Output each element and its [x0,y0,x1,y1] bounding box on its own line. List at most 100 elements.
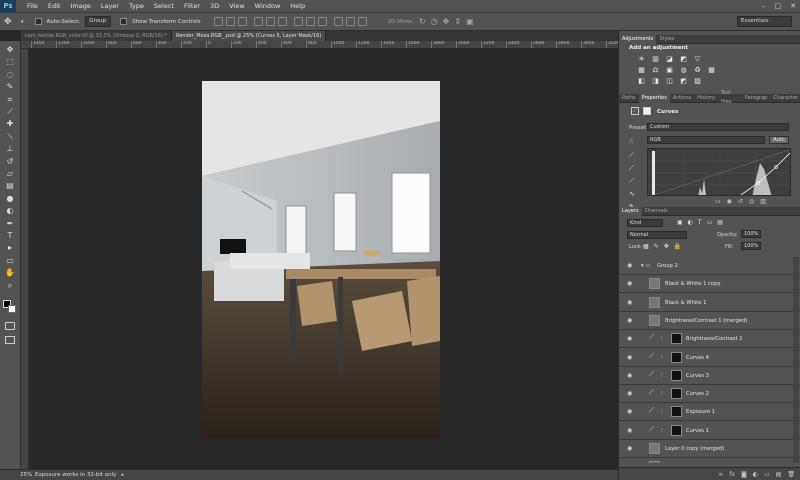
chain-icon[interactable]: ⁝ [661,428,663,434]
align-top-icon[interactable] [213,17,223,26]
layer-name[interactable]: Black & White 1 [665,300,706,306]
menu-filter[interactable]: Filter [179,0,205,13]
align-left-icon[interactable] [253,17,263,26]
minimize-icon[interactable]: – [762,2,766,10]
background-color-swatch[interactable] [8,305,16,313]
maximize-icon[interactable]: □ [775,2,782,10]
link-layers-icon[interactable]: ∞ [718,471,723,478]
trash-icon[interactable]: 🗑 [787,471,795,478]
menu-window[interactable]: Window [250,0,286,13]
filter-pixel-icon[interactable]: ▣ [677,219,683,226]
layer-row[interactable]: ◉ ⟋ ⁝ Curves 1 [619,421,800,440]
crop-tool-icon[interactable]: ⌗ [4,95,16,105]
zoom-level[interactable]: 25% [0,472,32,478]
menu-select[interactable]: Select [149,0,179,13]
auto-select-dropdown[interactable]: Group [85,16,112,27]
channel-dropdown[interactable]: RGB [647,136,765,144]
quick-mask-icon[interactable] [5,322,15,330]
layer-name[interactable]: Curves 1 [686,428,709,434]
layer-name[interactable]: Black & White 1 copy [665,281,720,287]
brush-tool-icon[interactable]: ⟍ [4,132,16,142]
tab-actions[interactable]: Actions [670,94,694,103]
eye-icon[interactable]: ◉ [627,372,635,380]
layer-mask-thumbnail[interactable] [671,388,682,400]
filter-adjust-icon[interactable]: ◐ [688,219,693,226]
chain-icon[interactable]: ⁝ [661,355,663,361]
add-mask-icon[interactable]: ◙ [741,471,747,478]
screen-mode-icon[interactable] [5,336,15,344]
tab-styles[interactable]: Styles [656,35,677,44]
layer-thumbnail[interactable] [649,296,660,308]
3d-rotate-icon[interactable]: ↻ [419,17,426,26]
adjustment-icon[interactable]: ◪ [665,55,674,63]
menu-edit[interactable]: Edit [43,0,66,13]
eye-icon[interactable]: ◉ [627,427,635,435]
path-select-tool-icon[interactable]: ▸ [4,243,16,253]
lock-position-icon[interactable]: ✥ [664,243,669,250]
menu-type[interactable]: Type [124,0,149,13]
adjustment-icon[interactable]: ▥ [651,55,660,63]
distribute-center-icon[interactable] [345,17,355,26]
tab-properties[interactable]: Properties [638,93,670,103]
filter-smart-icon[interactable]: ▤ [717,219,723,226]
on-image-adjust-icon[interactable]: ☝ [629,137,633,145]
eraser-tool-icon[interactable]: ▱ [4,169,16,179]
dodge-tool-icon[interactable]: ◐ [4,206,16,216]
visibility-icon[interactable]: ◎ [749,198,754,205]
new-adjustment-icon[interactable]: ◐ [753,471,758,478]
chain-icon[interactable]: ⁝ [661,391,663,397]
tab-history[interactable]: History [694,94,718,103]
move-tool-icon[interactable]: ✥ [4,45,16,55]
layer-mask-thumbnail[interactable] [671,333,682,345]
eye-icon[interactable]: ◉ [627,280,635,288]
marquee-tool-icon[interactable]: ⬚ [4,57,16,67]
menu-image[interactable]: Image [65,0,95,13]
adjustment-icon[interactable]: ◫ [665,77,674,85]
pen-tool-icon[interactable]: ✒ [4,219,16,229]
align-middle-icon[interactable] [225,17,235,26]
eyedropper-tool-icon[interactable]: ⟋ [4,107,16,117]
adjustment-icon[interactable]: ▨ [693,77,702,85]
tab-adjustments[interactable]: Adjustments [619,34,657,44]
adjustment-icon[interactable]: ♻ [693,66,702,74]
align-bottom-icon[interactable] [237,17,247,26]
eye-icon[interactable]: ◉ [627,335,635,343]
align-center-icon[interactable] [265,17,275,26]
layer-row[interactable]: ◉ ⟋ ⁝ Exposure 1 [619,403,800,422]
adjustment-icon[interactable]: ◩ [679,55,688,63]
layer-mask-thumbnail[interactable] [671,351,682,363]
document-tab-2[interactable]: Render_Mesa.RGB_.psd @ 25% (Curves 5, La… [171,31,327,41]
tab-paragraph[interactable]: Paragrap [742,94,770,103]
lasso-tool-icon[interactable]: ◌ [4,70,16,80]
document-image[interactable] [202,81,440,438]
reset-icon[interactable]: ↺ [738,198,743,205]
adjustment-icon[interactable]: ▦ [707,66,716,74]
hand-tool-icon[interactable]: ✋ [4,268,16,278]
fill-input[interactable]: 100% [741,242,761,250]
eyedropper-gray-icon[interactable]: ⟋ [629,162,639,175]
zoom-tool-icon[interactable]: ⌕ [4,281,16,291]
adjustment-icon[interactable]: ◍ [679,66,688,74]
adjustment-icon[interactable]: ◨ [651,77,660,85]
layer-mask-thumbnail[interactable] [671,369,682,381]
chain-icon[interactable]: ⁝ [661,336,663,342]
status-arrow-icon[interactable]: ▸ [121,472,124,478]
history-brush-tool-icon[interactable]: ↺ [4,157,16,167]
lock-transparent-icon[interactable]: ▦ [643,243,649,250]
clip-icon[interactable]: ▭ [715,198,721,205]
blend-mode-dropdown[interactable]: Normal [627,231,687,239]
layer-thumbnail[interactable] [649,278,660,290]
3d-roll-icon[interactable]: ◷ [431,17,438,26]
eye-icon[interactable]: ◉ [627,390,635,398]
distribute-top-icon[interactable] [293,17,303,26]
shape-tool-icon[interactable]: ▭ [4,256,16,266]
close-icon[interactable]: ✕ [790,2,796,10]
new-group-icon[interactable]: ▭ [764,471,770,478]
distribute-middle-icon[interactable] [305,17,315,26]
layer-row[interactable]: ◉ ⟋ ⁝ Curves 4 [619,348,800,367]
layer-name[interactable]: Curves 4 [686,355,709,361]
layer-thumbnail[interactable] [649,314,660,326]
auto-button[interactable]: Auto [769,136,789,144]
adjustment-icon[interactable]: ◩ [679,77,688,85]
preset-dropdown[interactable]: Custom [647,123,789,131]
